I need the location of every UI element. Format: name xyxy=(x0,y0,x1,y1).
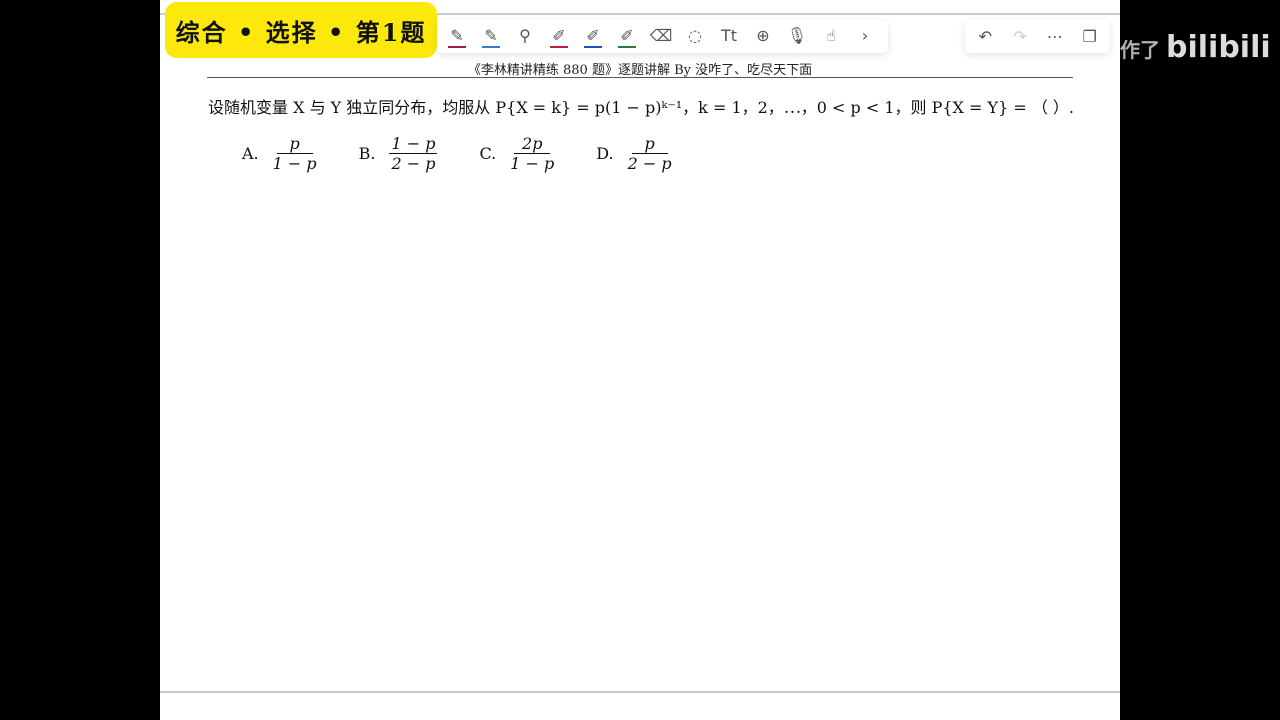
option-label: D. xyxy=(596,144,614,163)
pages-icon[interactable]: ❐ xyxy=(1078,25,1102,49)
fraction: 2p 1 − p xyxy=(510,134,554,173)
bilibili-logo: bilibili xyxy=(1166,30,1271,65)
link-pen-icon[interactable]: ⚲ xyxy=(513,25,537,49)
right-toolbar: ↶ ↷ ⋯ ❐ xyxy=(965,20,1110,53)
numerator: p xyxy=(276,134,313,154)
pen-icon[interactable]: ✎ xyxy=(445,25,469,49)
pen-icon[interactable]: ✎ xyxy=(479,25,503,49)
lasso-icon[interactable]: ◌ xyxy=(683,25,707,49)
bottom-divider xyxy=(160,691,1120,693)
header-rule xyxy=(207,77,1073,78)
watermark-text: 作了 xyxy=(1120,38,1160,62)
denominator: 2 − p xyxy=(627,154,672,173)
hand-icon[interactable]: ☝ xyxy=(819,25,843,49)
option-label: A. xyxy=(242,144,259,163)
fraction: 1 − p2 − p xyxy=(389,134,438,173)
denominator: 2 − p xyxy=(391,154,436,173)
option-b: B. 1 − p2 − p xyxy=(359,134,438,173)
numerator: p xyxy=(631,134,668,154)
denominator: 1 − p xyxy=(272,154,317,173)
bilibili-watermark: 作了 bilibili xyxy=(1120,30,1271,65)
option-d: D. p 2 − p xyxy=(596,134,671,173)
question-badge: 综合 • 选择 • 第1题 xyxy=(165,2,437,58)
option-label: B. xyxy=(358,144,376,163)
more-icon[interactable]: ⋯ xyxy=(1043,25,1067,49)
whiteboard-page: 综合 • 选择 • 第1题 ✎ ✎ ⚲ ✐ ✐ ✐ ⌫ ◌ Tt ⊕ 🎙 ☝ › ↶ ↷ ⋯ ❐ 《李林… xyxy=(160,0,1120,720)
numerator: 1 − p xyxy=(389,134,438,154)
highlighter-icon[interactable]: ✐ xyxy=(581,25,605,49)
highlighter-icon[interactable]: ✐ xyxy=(615,25,639,49)
option-label: C. xyxy=(479,144,497,163)
text-icon[interactable]: Tt xyxy=(717,25,741,49)
chevron-right-icon[interactable]: › xyxy=(853,25,877,49)
eraser-icon[interactable]: ⌫ xyxy=(649,25,673,49)
redo-icon[interactable]: ↷ xyxy=(1008,25,1032,49)
option-a: A. p 1 − p xyxy=(242,134,317,173)
add-icon[interactable]: ⊕ xyxy=(751,25,775,49)
answer-options: A. p 1 − p B. 1 − p2 − p C. 2p 1 − p D. p 2 − p xyxy=(242,134,714,173)
document-header: 《李林精讲精练 880 题》逐题讲解 By 没咋了、吃尽天下面 xyxy=(467,63,813,78)
denominator: 1 − p xyxy=(510,154,555,173)
undo-icon[interactable]: ↶ xyxy=(973,25,997,49)
highlighter-icon[interactable]: ✐ xyxy=(547,25,571,49)
numerator: 2p xyxy=(514,134,551,154)
option-c: C. 2p 1 − p xyxy=(479,134,554,173)
fraction: p1 − p xyxy=(273,134,317,173)
fraction: p2 − p xyxy=(628,134,672,173)
question-text: 设随机变量 X 与 Y 独立同分布，均服从 P{X = k} = p(1 − p… xyxy=(208,98,1074,117)
drawing-toolbar: ✎ ✎ ⚲ ✐ ✐ ✐ ⌫ ◌ Tt ⊕ 🎙 ☝ › xyxy=(437,20,888,53)
microphone-icon[interactable]: 🎙 xyxy=(785,25,809,49)
